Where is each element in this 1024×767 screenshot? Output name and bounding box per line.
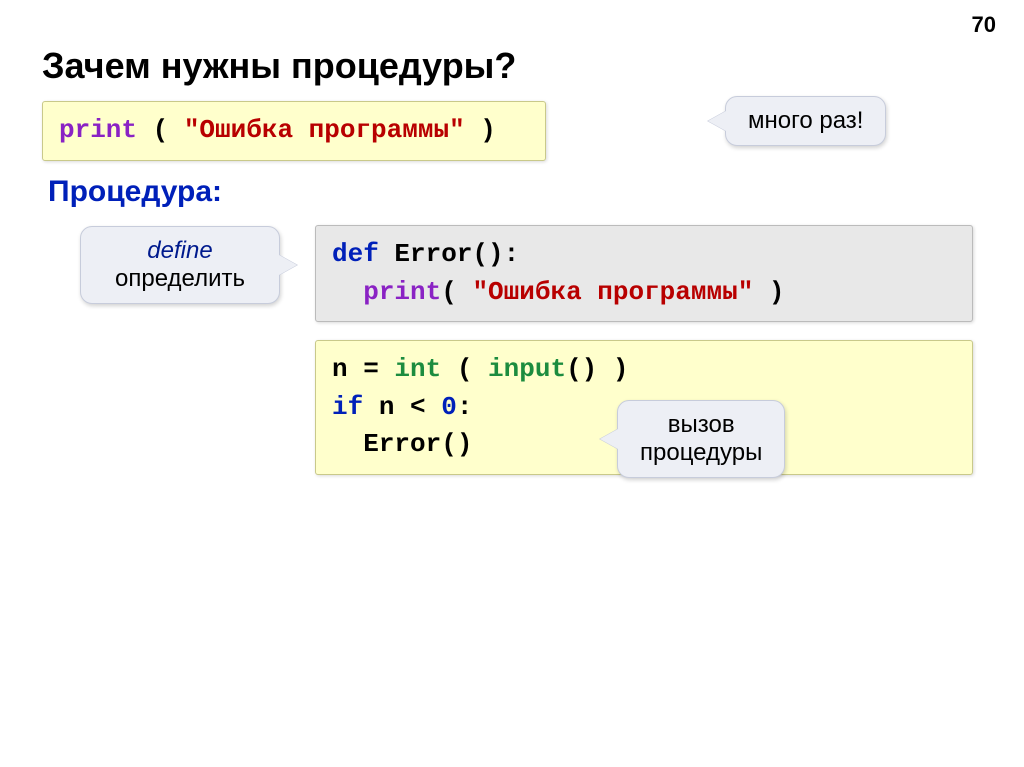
code-text: Error()	[363, 429, 472, 459]
code-text: (	[441, 277, 472, 307]
code-line: def Error():	[332, 236, 956, 274]
indent	[332, 429, 363, 459]
keyword-def: def	[332, 239, 379, 269]
code-text: (	[137, 115, 184, 145]
callout-many-times: много раз!	[725, 96, 886, 146]
callout-call-bottom: процедуры	[640, 439, 762, 467]
code-text: (	[441, 354, 488, 384]
keyword-input: input	[488, 354, 566, 384]
code-text: :	[457, 392, 473, 422]
page-title: Зачем нужны процедуры?	[42, 45, 516, 87]
string-literal: "Ошибка программы"	[472, 277, 753, 307]
code-block-def: def Error(): print( "Ошибка программы" )	[315, 225, 973, 322]
callout-call-top: вызов	[640, 411, 762, 439]
code-line: n = int ( input() )	[332, 351, 956, 389]
code-block-print: print ( "Ошибка программы" )	[42, 101, 546, 161]
page-number: 70	[972, 12, 996, 38]
code-text: n =	[332, 354, 394, 384]
keyword-int: int	[394, 354, 441, 384]
code-text: () )	[566, 354, 628, 384]
indent	[332, 277, 363, 307]
string-literal: "Ошибка программы"	[184, 115, 465, 145]
callout-define: define определить	[80, 226, 280, 304]
code-line: print( "Ошибка программы" )	[332, 274, 956, 312]
subheading-procedure: Процедура:	[48, 175, 222, 209]
code-text: n <	[363, 392, 441, 422]
callout-text: много раз!	[748, 107, 863, 134]
callout-call: вызов процедуры	[617, 400, 785, 478]
keyword-if: if	[332, 392, 363, 422]
keyword-print: print	[59, 115, 137, 145]
code-text: )	[753, 277, 784, 307]
callout-define-top: define	[103, 237, 257, 265]
literal-zero: 0	[441, 392, 457, 422]
code-text: Error():	[379, 239, 519, 269]
callout-define-bottom: определить	[103, 265, 257, 293]
code-text: )	[465, 115, 496, 145]
keyword-print: print	[363, 277, 441, 307]
